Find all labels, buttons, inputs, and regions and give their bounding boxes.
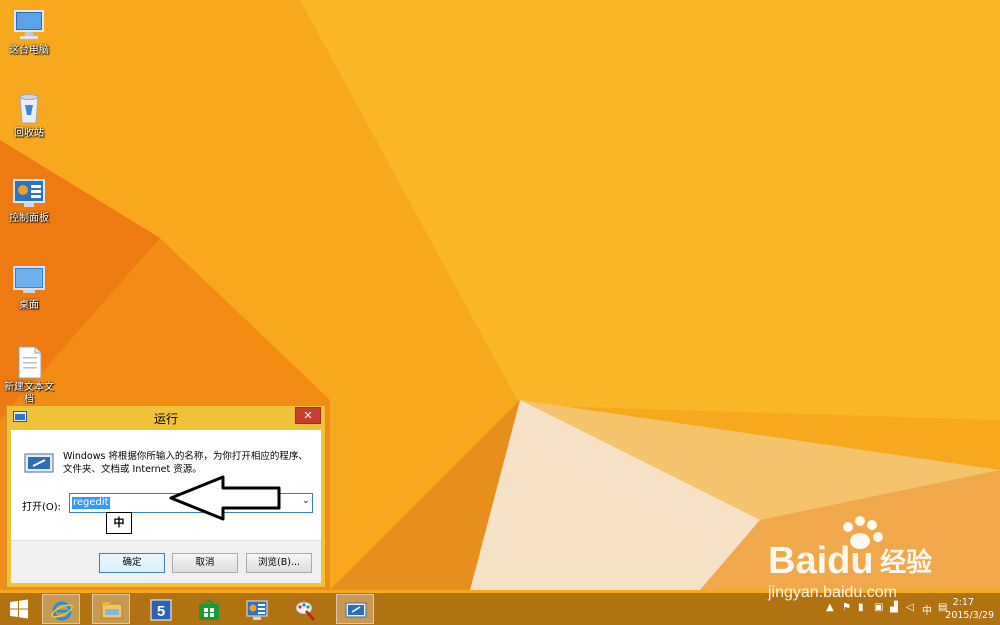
desktop-monitor-icon <box>11 263 47 297</box>
chevron-down-icon[interactable]: ⌄ <box>302 495 310 506</box>
run-dialog-icon <box>345 602 367 618</box>
desktop-icon-text-document[interactable]: 新建文本文档 <box>2 345 56 406</box>
desktop-icon-label: 新建文本文档 <box>4 382 54 405</box>
internet-explorer-icon <box>51 601 73 621</box>
taskbar-item-store[interactable] <box>190 594 228 624</box>
start-button[interactable] <box>0 594 38 624</box>
ok-button[interactable]: 确定 <box>99 553 165 573</box>
desktop-icon-computer[interactable]: 这台电脑 <box>2 8 56 57</box>
desktop-icon-recycle-bin[interactable]: 回收站 <box>2 91 56 140</box>
run-dialog-footer: 确定 取消 浏览(B)... <box>11 540 321 583</box>
watermark-brand-cn: 经验 <box>880 547 932 578</box>
control-panel-icon <box>11 176 47 210</box>
taskbar-item-app5[interactable]: 5 <box>142 594 180 624</box>
run-dialog-title: 运行 <box>153 412 178 426</box>
run-description: Windows 将根据你所输入的名称，为你打开相应的程序、文件夹、文档或 Int… <box>63 451 308 475</box>
taskbar-item-ie[interactable] <box>42 594 80 624</box>
taskbar-item-paint[interactable] <box>286 594 324 624</box>
run-command-value[interactable]: regedit <box>72 497 110 509</box>
control-panel-icon <box>246 600 268 620</box>
run-program-icon <box>24 453 54 473</box>
store-icon <box>199 600 219 620</box>
file-explorer-icon <box>101 602 123 619</box>
open-label: 打开(O): <box>22 502 62 513</box>
desktop-icon-desktop[interactable]: 桌面 <box>2 263 56 312</box>
baidu-watermark: Baidu 经验 jingyan.baidu.com <box>767 516 932 601</box>
desktop-icon-label: 回收站 <box>14 128 44 139</box>
desktop-icon-label: 桌面 <box>19 300 39 311</box>
paint-tool-icon <box>295 601 315 621</box>
start-windows-icon <box>10 599 28 619</box>
desktop-icon-label: 这台电脑 <box>9 45 49 56</box>
desktop-icon-label: 控制面板 <box>9 213 49 224</box>
close-button[interactable]: ✕ <box>295 407 321 424</box>
clock-date[interactable]: 2015/3/29 <box>945 610 994 621</box>
run-dialog-titlebar[interactable]: 运行 ✕ <box>7 406 325 428</box>
svg-text:5: 5 <box>157 603 165 620</box>
watermark-brand: Baidu <box>768 540 874 582</box>
text-document-icon <box>11 345 47 379</box>
ime-indicator: 中 <box>106 512 132 534</box>
cancel-button[interactable]: 取消 <box>172 553 238 573</box>
left-arrow-annotation-icon <box>169 475 281 521</box>
app-5-icon: 5 <box>150 599 172 621</box>
recycle-bin-icon <box>11 91 47 125</box>
watermark-url: jingyan.baidu.com <box>767 584 897 601</box>
desktop-icon-control-panel[interactable]: 控制面板 <box>2 176 56 225</box>
taskbar-item-run[interactable] <box>336 594 374 624</box>
taskbar-item-control-panel[interactable] <box>238 594 276 624</box>
computer-icon <box>11 8 47 42</box>
browse-button[interactable]: 浏览(B)... <box>246 553 312 573</box>
taskbar-item-explorer[interactable] <box>92 594 130 624</box>
